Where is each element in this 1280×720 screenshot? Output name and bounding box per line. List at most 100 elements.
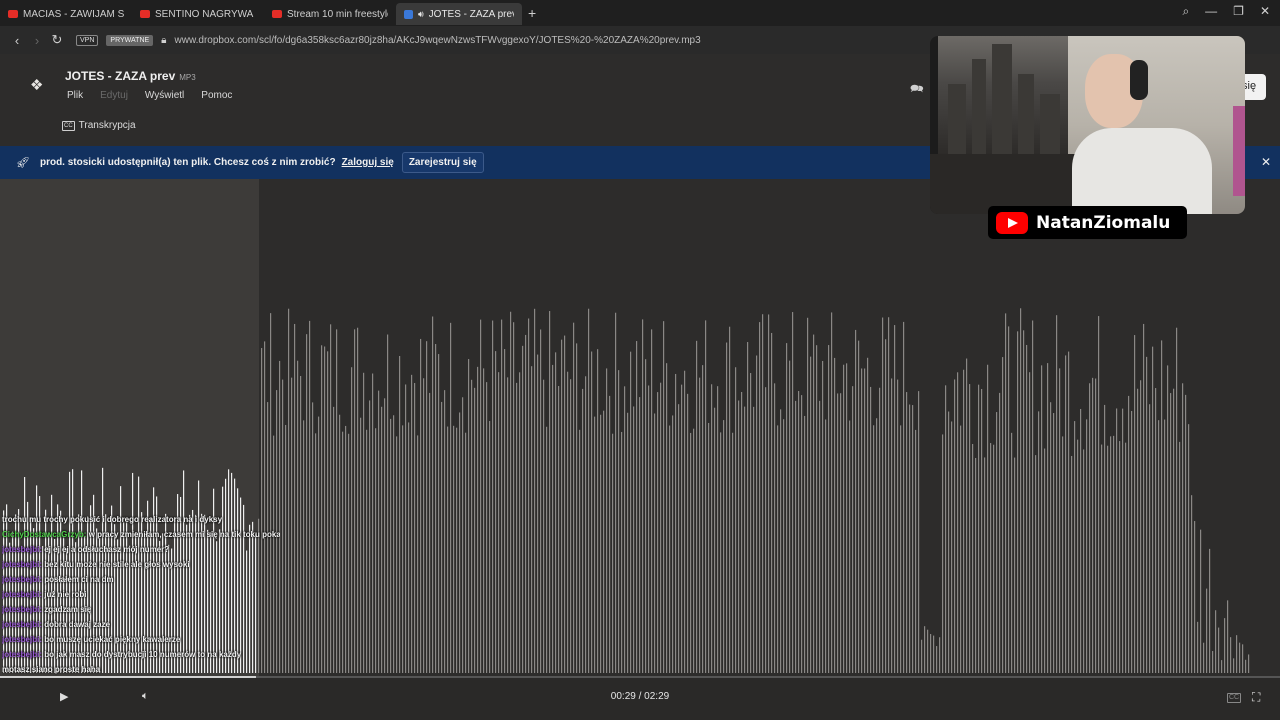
- waveform-bar: [429, 392, 431, 673]
- transcript-label: Transkrypcja: [78, 120, 136, 131]
- waveform-bar: [972, 443, 974, 673]
- tab-title: SENTINO NAGRYWA REFR: [155, 8, 256, 20]
- waveform-bar: [366, 429, 368, 673]
- register-button[interactable]: Zarejestruj się: [401, 152, 484, 173]
- window-controls: ⌕ — ❐ ✕: [1182, 4, 1270, 19]
- waveform-bar: [552, 364, 554, 673]
- browser-tab[interactable]: MACIAS - ZAWIJAM STĄD: [0, 3, 132, 25]
- waveform-bar: [720, 432, 722, 673]
- waveform-bar: [522, 345, 524, 673]
- waveform-bar: [1101, 444, 1103, 673]
- waveform-bar: [1071, 455, 1073, 673]
- waveform-bar: [1074, 421, 1076, 673]
- rocket-icon: 🚀︎: [16, 157, 30, 169]
- waveform-bar: [693, 428, 695, 673]
- waveform-bar: [1185, 394, 1187, 673]
- poster-building: [1018, 74, 1034, 154]
- chat-username: jotesbejbi:: [2, 590, 45, 599]
- forward-arrow-icon[interactable]: ›: [28, 33, 46, 48]
- new-tab-button[interactable]: +: [528, 5, 536, 21]
- waveform-bar: [1197, 621, 1199, 673]
- waveform-bar: [471, 379, 473, 673]
- browser-tab-active[interactable]: 🔊︎ JOTES - ZAZA prev.mp: [396, 3, 522, 25]
- tab-title: JOTES - ZAZA prev.mp: [428, 8, 514, 20]
- waveform-bar: [612, 433, 614, 673]
- waveform-bar: [555, 352, 557, 673]
- transcript-button[interactable]: CC Transkrypcja: [62, 120, 136, 131]
- waveform-bar: [648, 385, 650, 673]
- waveform-bar: [525, 334, 527, 673]
- menu-file[interactable]: Plik: [67, 90, 83, 101]
- waveform-bar: [1158, 420, 1160, 673]
- chat-username: jotesbejbi:: [2, 545, 45, 554]
- waveform-bar: [777, 425, 779, 673]
- back-arrow-icon[interactable]: ‹: [8, 33, 26, 48]
- progress-bar[interactable]: [0, 676, 1280, 678]
- poster-building: [972, 59, 986, 154]
- waveform-bar: [951, 421, 953, 673]
- waveform-bar: [306, 334, 308, 673]
- url-field[interactable]: www.dropbox.com/scl/fo/dg6a358ksc6azr80j…: [175, 35, 701, 46]
- waveform-bar: [699, 377, 701, 673]
- login-link[interactable]: Zaloguj się: [342, 157, 394, 168]
- waveform-bar: [1170, 393, 1172, 673]
- waveform-bar: [1104, 404, 1106, 673]
- waveform-bar: [384, 398, 386, 673]
- waveform-bar: [558, 386, 560, 673]
- close-icon[interactable]: ✕: [1260, 4, 1270, 19]
- close-icon[interactable]: ✕: [1261, 155, 1271, 169]
- waveform-bar: [990, 443, 992, 673]
- browser-tab[interactable]: Stream 10 min freestyle by: [264, 3, 396, 25]
- waveform-bar: [516, 382, 518, 673]
- progress-fill: [0, 676, 256, 678]
- browser-tab[interactable]: SENTINO NAGRYWA REFR: [132, 3, 264, 25]
- waveform-bar: [1131, 410, 1133, 673]
- waveform-bar: [1056, 315, 1058, 673]
- waveform-bar: [1095, 378, 1097, 673]
- waveform-bar: [495, 351, 497, 673]
- chat-text: posłałem ci na dm: [44, 575, 114, 584]
- youtube-icon: [140, 10, 150, 18]
- waveform-bar: [831, 312, 833, 673]
- minimize-icon[interactable]: —: [1205, 4, 1217, 19]
- lock-icon[interactable]: 🔒︎: [161, 35, 166, 46]
- waveform-bar: [657, 392, 659, 673]
- waveform-bar: [708, 422, 710, 673]
- search-icon[interactable]: ⌕: [1182, 4, 1189, 19]
- waveform-bar: [843, 364, 845, 673]
- chat-username: jotesbejbi:: [2, 560, 45, 569]
- tab-title: MACIAS - ZAWIJAM STĄD: [23, 8, 124, 20]
- waveform-bar: [882, 317, 884, 673]
- waveform-bar: [762, 314, 764, 673]
- desk: [930, 154, 1090, 214]
- fullscreen-icon[interactable]: ⛶: [1252, 690, 1260, 705]
- captions-icon[interactable]: CC: [1227, 693, 1242, 703]
- waveform-bar: [945, 385, 947, 673]
- dropbox-icon: [404, 9, 413, 19]
- waveform-bar: [723, 420, 725, 673]
- reload-icon[interactable]: ↻: [48, 32, 66, 48]
- waveform-bar: [993, 444, 995, 673]
- waveform-bar: [1065, 355, 1067, 673]
- vpn-badge[interactable]: VPN: [76, 34, 99, 46]
- waveform-bar: [546, 426, 548, 673]
- waveform-bar: [999, 392, 1001, 673]
- comment-icon[interactable]: 🗪︎: [910, 80, 924, 99]
- waveform-bar: [381, 406, 383, 673]
- restore-icon[interactable]: ❐: [1233, 4, 1244, 19]
- waveform-bar: [663, 321, 665, 673]
- waveform-bar: [396, 436, 398, 673]
- waveform-bar: [645, 359, 647, 673]
- chat-message: jotesbejbi: bo muszę uciekać piękny kawa…: [2, 632, 280, 647]
- dropbox-icon[interactable]: ❖: [30, 78, 46, 94]
- menu-help[interactable]: Pomoc: [201, 90, 232, 101]
- waveform-bar: [468, 359, 470, 673]
- waveform-bar: [531, 366, 533, 673]
- poster-building: [948, 84, 966, 154]
- waveform-bar: [696, 340, 698, 673]
- waveform-bar: [1011, 432, 1013, 673]
- chat-username: jotesbejbi:: [2, 635, 45, 644]
- waveform-bar: [417, 435, 419, 673]
- waveform-bar: [288, 308, 290, 673]
- menu-view[interactable]: Wyświetl: [145, 90, 184, 101]
